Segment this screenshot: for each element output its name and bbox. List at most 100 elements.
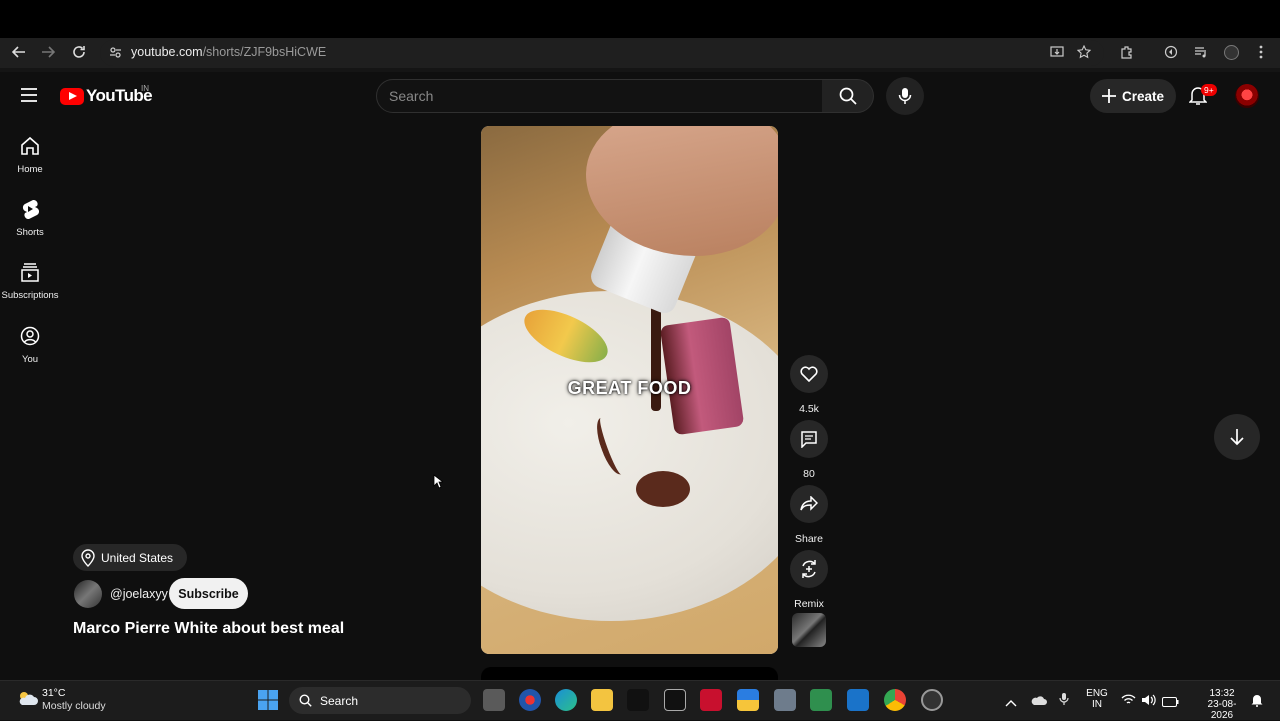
like-button[interactable]: 4.5k [788,355,830,415]
clock-date: 23-08-2026 [1207,699,1237,721]
mcafee-icon[interactable] [700,689,722,711]
outlook-icon[interactable] [847,689,869,711]
account-icon [0,326,60,348]
url-path: /shorts/ZJF9bsHiCWE [202,45,327,59]
forward-icon[interactable] [37,41,59,63]
task-view-icon[interactable] [483,689,505,711]
channel-avatar[interactable] [74,580,102,608]
media-control-icon[interactable] [1190,41,1212,63]
calculator-icon[interactable] [810,689,832,711]
location-chip[interactable]: United States [73,544,188,571]
battery-icon[interactable] [1162,694,1179,712]
youtube-logo-icon[interactable] [60,88,84,105]
region-code: IN [1092,699,1102,710]
subscriptions-icon [0,262,60,284]
user-avatar[interactable] [1235,84,1259,108]
show-hidden-icons-icon[interactable] [1005,694,1017,712]
plus-icon [1101,89,1116,103]
volume-icon[interactable] [1141,693,1156,711]
sidebar-item-subscriptions[interactable]: Subscriptions [0,262,60,301]
sidebar-item-you[interactable]: You [0,326,60,365]
search-icon [839,87,857,105]
extensions-icon[interactable] [1116,41,1138,63]
search-icon [299,694,312,707]
video-caption: GREAT FOOD [567,378,692,398]
heart-icon [790,355,828,393]
language-code: ENG [1086,688,1108,699]
input-language[interactable]: ENG IN [1084,688,1110,710]
install-app-icon[interactable] [1046,41,1068,63]
app-icon-mcafee-shield[interactable] [519,689,541,711]
subscribe-button[interactable]: Subscribe [169,578,248,609]
shorts-video-player[interactable]: GREAT FOOD [481,126,778,654]
next-short-button[interactable] [1214,414,1260,460]
bookmark-star-icon[interactable] [1073,41,1095,63]
video-frame-plate [481,291,778,621]
weather-temperature[interactable]: 31°C [42,687,65,699]
search-placeholder: Search [389,88,434,104]
windows-start-icon[interactable] [257,689,279,716]
sidebar-item-shorts[interactable]: Shorts [0,199,60,238]
notification-center-icon[interactable] [1251,693,1263,712]
shorts-icon [0,199,60,221]
url-host: youtube.com [131,45,203,59]
clock[interactable]: 13:32 23-08-2026 [1197,688,1247,721]
remix-label: Remix [794,598,824,610]
clock-time: 13:32 [1209,688,1235,699]
sidebar-item-label: You [21,354,39,365]
url-text[interactable]: youtube.com/shorts/ZJF9bsHiCWE [131,45,326,59]
mouse-cursor-icon [433,474,445,494]
chrome-icon[interactable] [884,689,906,711]
taskbar-search-label: Search [320,693,359,708]
sound-thumbnail[interactable] [792,613,826,647]
weather-description[interactable]: Mostly cloudy [42,700,106,712]
create-label: Create [1121,88,1165,104]
back-icon[interactable] [8,41,30,63]
wifi-icon[interactable] [1121,693,1136,711]
video-title: Marco Pierre White about best meal [73,620,345,637]
reload-icon[interactable] [68,41,90,63]
browser-menu-icon[interactable] [1250,41,1272,63]
tradingview-icon[interactable] [664,689,686,711]
onedrive-cloud-icon[interactable] [1031,693,1047,711]
location-label: United States [101,550,174,565]
profile-icon[interactable] [1220,41,1242,63]
video-frame-meat [659,316,745,436]
like-count: 4.5k [799,403,819,415]
microphone-icon [898,88,912,104]
site-info-icon[interactable] [104,41,126,63]
menu-icon[interactable] [20,87,38,108]
comment-count: 80 [803,468,815,480]
location-pin-icon [81,548,95,567]
notification-count-badge: 9+ [1201,84,1217,96]
sync-icon[interactable] [1160,41,1182,63]
country-code: IN [141,84,149,93]
comments-button[interactable]: 80 [788,420,830,480]
sidebar-item-label: Shorts [16,227,44,238]
arrow-down-icon [1230,429,1244,446]
search-input[interactable] [376,79,823,113]
voice-search-button[interactable] [886,77,924,115]
remix-icon [790,550,828,588]
sidebar-item-label: Home [17,164,43,175]
camera-icon[interactable] [774,689,796,711]
browser-titlebar [0,0,1280,38]
comment-icon [790,420,828,458]
create-button[interactable]: Create [1090,79,1176,113]
microsoft-store-icon[interactable] [737,689,759,711]
edge-browser-icon[interactable] [555,689,577,711]
share-button[interactable]: Share [788,485,830,545]
netflix-icon[interactable] [627,689,649,711]
file-explorer-icon[interactable] [591,689,613,711]
sidebar-item-home[interactable]: Home [0,136,60,175]
taskbar-search[interactable]: Search [289,687,471,714]
search-button[interactable] [822,79,874,113]
video-frame-sauce [636,471,690,507]
channel-handle[interactable]: @joelaxyy [110,587,168,601]
microphone-tray-icon[interactable] [1059,692,1069,711]
weather-cloud-icon[interactable] [16,690,38,706]
share-label: Share [794,533,824,545]
home-icon [0,136,60,158]
app-icon-circle[interactable] [921,689,943,711]
remix-button[interactable]: Remix [788,550,830,610]
